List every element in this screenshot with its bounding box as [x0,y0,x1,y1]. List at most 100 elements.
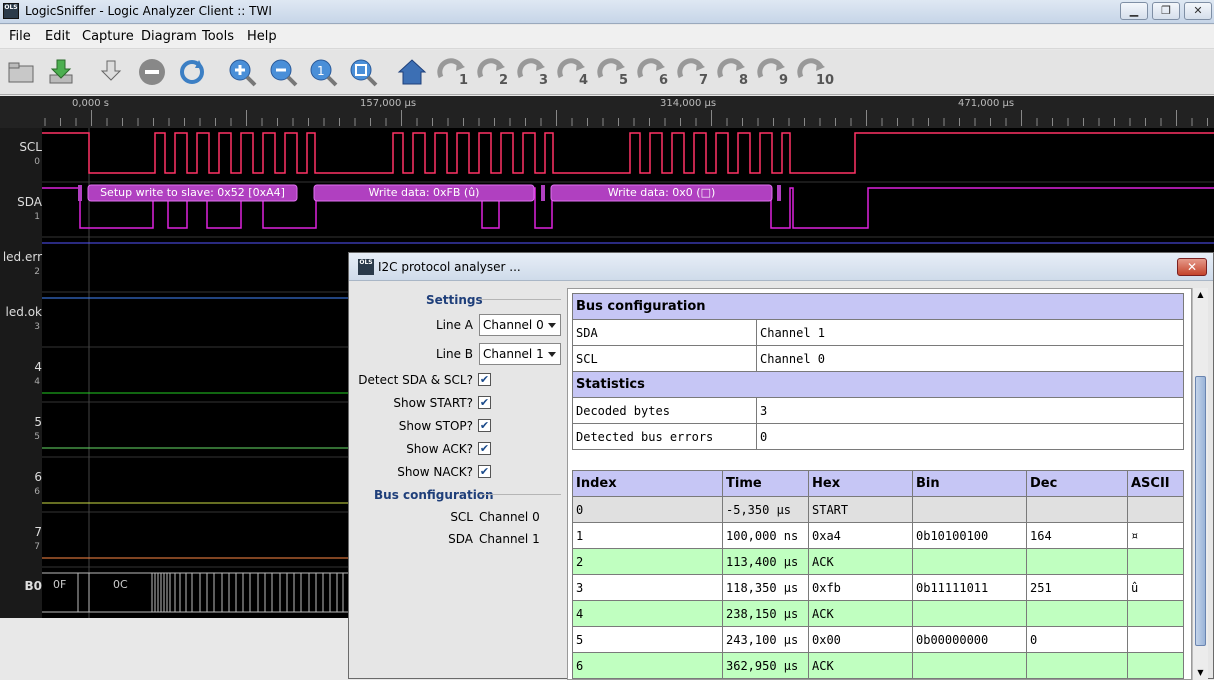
menu-edit[interactable]: Edit [45,29,70,44]
table-row[interactable]: 0 -5,350 µs START [572,496,1184,523]
marker-8-icon[interactable]: 8 [717,57,748,88]
summary-stats-heading: Statistics [572,371,1184,398]
table-row[interactable]: 2 113,400 µs ACK [572,548,1184,575]
settings-heading: Settings [426,293,483,307]
row-dec [1026,496,1128,523]
col-index: Index [572,470,723,497]
col-bin: Bin [912,470,1027,497]
table-row[interactable]: 5 243,100 µs 0x00 0b00000000 0 [572,626,1184,653]
table-row[interactable]: 4 238,150 µs ACK [572,600,1184,627]
marker-7-icon[interactable]: 7 [677,57,708,88]
dialog-app-icon: OLS [358,259,374,275]
open-icon[interactable] [6,57,36,87]
dialog-title-bar[interactable]: OLS I2C protocol analyser ... ✕ [349,253,1213,281]
show-stop-checkbox[interactable]: ✔ [478,419,491,432]
row-hex: ACK [808,652,913,679]
app-icon: OLS [3,3,19,19]
table-row[interactable]: 1 100,000 ns 0xa4 0b10100100 164 ¤ [572,522,1184,549]
time-ruler: 0,000 s 157,000 µs 314,000 µs 471,000 µs [0,96,1214,128]
annotation-stop-marker [541,185,545,201]
line-b-select[interactable]: Channel 1 [479,343,561,365]
zoom-all-icon[interactable] [348,57,378,87]
marker-1-icon[interactable]: 1 [437,57,468,88]
row-time: 243,100 µs [722,626,809,653]
row-index: 3 [572,574,723,601]
maximize-button[interactable]: ❐ [1152,2,1180,20]
decoded-data-table: Index Time Hex Bin Dec ASCII 0 -5,350 µs S… [572,470,1184,679]
vertical-scrollbar[interactable]: ▲ ▼ [1192,288,1208,680]
detect-sda-scl-checkbox[interactable]: ✔ [478,373,491,386]
bus-value: 0F [53,578,66,591]
scroll-down-icon[interactable]: ▼ [1193,666,1208,680]
row-ascii [1127,626,1184,653]
line-a-label: Line A [435,318,473,332]
row-hex: 0x00 [808,626,913,653]
menu-file[interactable]: File [9,29,31,44]
show-ack-checkbox[interactable]: ✔ [478,442,491,455]
annotation-label: Write data: 0x0 (□) [607,186,716,199]
summary-sda-value: Channel 1 [756,319,1184,346]
home-icon[interactable] [397,57,427,87]
menu-help[interactable]: Help [247,29,277,44]
refresh-icon[interactable] [177,57,207,87]
sda-value: Channel 1 [479,532,540,546]
row-index: 1 [572,522,723,549]
col-time: Time [722,470,809,497]
summary-bus-heading: Bus configuration [572,293,1184,320]
minimize-button[interactable]: ▁ [1120,2,1148,20]
dialog-close-button[interactable]: ✕ [1177,258,1207,276]
row-hex: 0xfb [808,574,913,601]
row-index: 2 [572,548,723,575]
row-bin [912,600,1027,627]
row-dec [1026,600,1128,627]
ruler-ticks [44,110,1208,126]
menu-bar: File Edit Capture Diagram Tools Help [0,25,1214,49]
row-index: 4 [572,600,723,627]
row-bin: 0b10100100 [912,522,1027,549]
row-dec: 0 [1026,626,1128,653]
col-hex: Hex [808,470,913,497]
marker-2-icon[interactable]: 2 [477,57,508,88]
row-index: 5 [572,626,723,653]
show-nack-label: Show NACK? [397,465,473,479]
show-start-checkbox[interactable]: ✔ [478,396,491,409]
marker-number: 6 [659,73,669,88]
marker-6-icon[interactable]: 6 [637,57,669,88]
marker-10-icon[interactable]: 10 [797,57,834,88]
bus-value: 0C [113,578,128,591]
chevron-down-icon [548,323,556,328]
table-row[interactable]: 3 118,350 µs 0xfb 0b11111011 251 û [572,574,1184,601]
menu-diagram[interactable]: Diagram [141,29,197,44]
show-nack-checkbox[interactable]: ✔ [478,465,491,478]
save-download-icon[interactable] [46,57,76,87]
capture-icon[interactable] [96,57,126,87]
zoom-out-icon[interactable] [268,57,298,87]
line-a-value: Channel 0 [483,318,544,332]
marker-9-icon[interactable]: 9 [757,57,788,88]
marker-number: 10 [816,73,835,88]
menu-tools[interactable]: Tools [202,29,234,44]
close-button[interactable]: ✕ [1184,2,1212,20]
toolbar: 1 1 2 3 4 5 6 7 8 9 10 [0,50,1214,95]
marker-4-icon[interactable]: 4 [557,57,589,88]
row-time: 100,000 ns [722,522,809,549]
menu-capture[interactable]: Capture [82,29,134,44]
line-b-value: Channel 1 [483,347,544,361]
marker-3-icon[interactable]: 3 [517,57,548,88]
table-row[interactable]: 6 362,950 µs ACK [572,652,1184,679]
marker-5-icon[interactable]: 5 [597,57,628,88]
marker-number: 4 [579,73,589,88]
results-panel[interactable]: Bus configuration SDA Channel 1 SCL Channe… [567,288,1192,680]
annotation-start-marker [78,185,82,201]
scrollbar-thumb[interactable] [1195,376,1206,646]
line-a-select[interactable]: Channel 0 [479,314,561,336]
scroll-up-icon[interactable]: ▲ [1193,288,1208,302]
status-area [0,618,350,679]
stop-icon[interactable] [137,57,167,87]
zoom-in-icon[interactable] [227,57,257,87]
bus-errors-value: 0 [756,423,1184,450]
decoded-bytes-value: 3 [756,397,1184,424]
row-bin [912,652,1027,679]
zoom-original-icon[interactable]: 1 [308,57,338,87]
scl-waveform [42,132,1214,174]
